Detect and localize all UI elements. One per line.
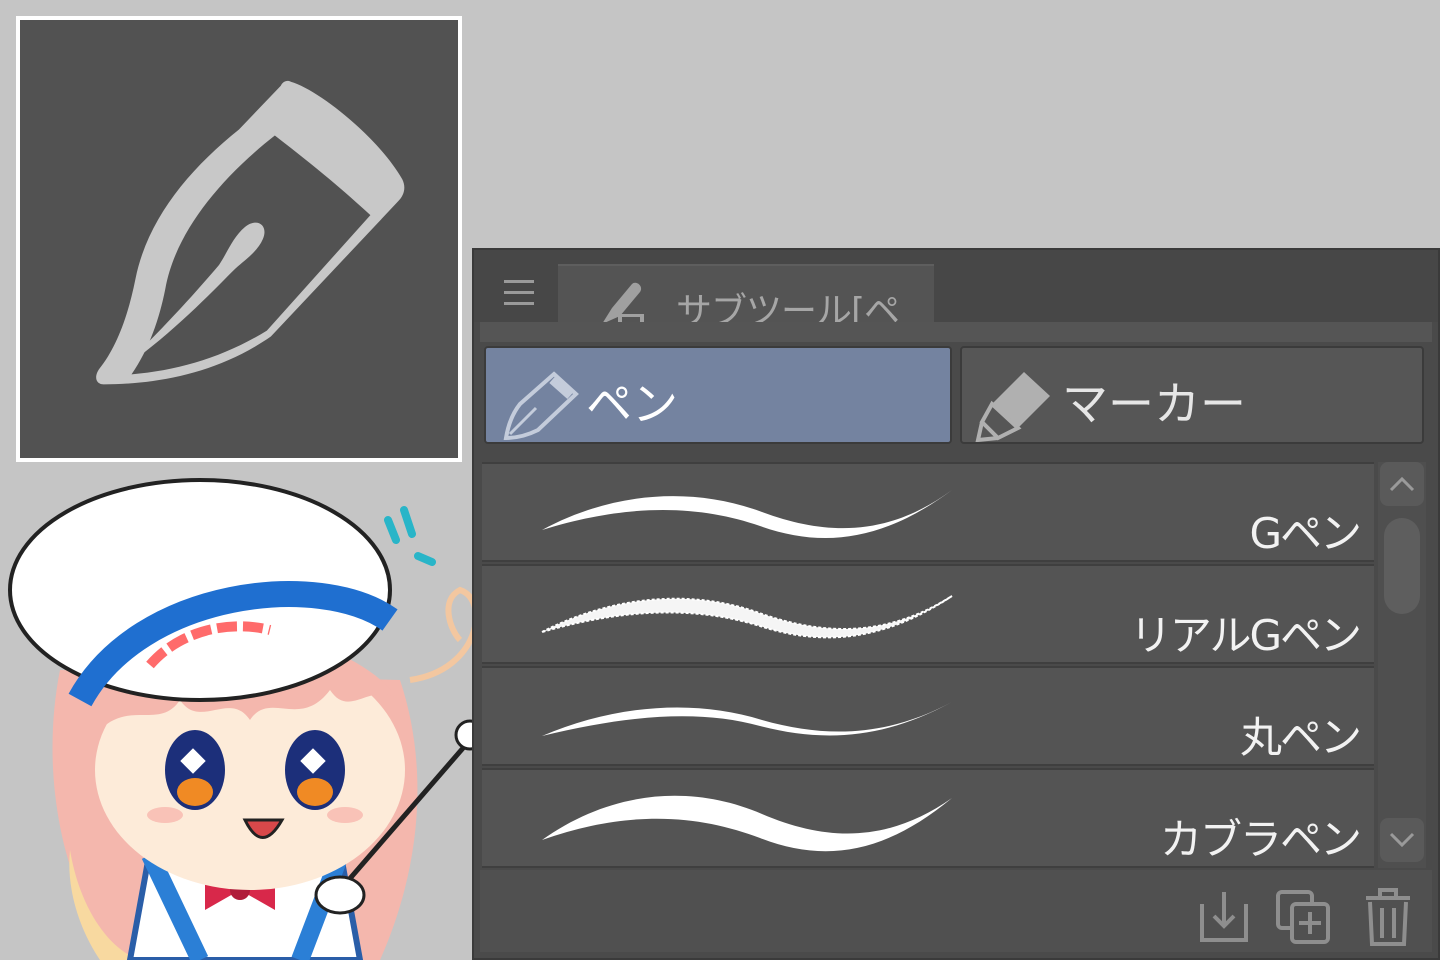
brush-item-real-g-pen[interactable]: リアルGペン [482,564,1374,664]
pen-nib-icon [96,80,405,385]
group-marker-button[interactable]: マーカー [960,346,1424,444]
brush-label: リアルGペン [1129,611,1362,660]
delete-button[interactable] [1358,884,1418,950]
brush-item-kabura-pen[interactable]: カブラペン [482,768,1374,868]
scroll-up-button[interactable] [1380,462,1424,506]
import-button[interactable] [1194,884,1254,950]
panel-bottom-bar [480,870,1432,952]
pen-nib-icon [503,371,579,441]
brush-stroke-preview [542,702,952,736]
brush-stroke-preview [542,490,952,539]
tab-underline [480,322,1432,342]
panel-tab-bar: サブツール[ペン] [474,250,1438,384]
chevron-down-icon [1389,832,1415,848]
hamburger-icon [504,276,534,309]
brush-label: カブラペン [1159,815,1362,864]
tab-sub-tool-pen[interactable]: サブツール[ペン] [558,264,934,384]
brush-stroke-preview [541,595,953,639]
sub-tool-groups: ペン マーカー [484,346,1424,452]
sub-tool-panel: サブツール[ペン] ペン マーカー Gペン [472,248,1440,960]
scroll-down-button[interactable] [1380,818,1424,862]
group-label-pen: ペン [586,377,678,431]
brush-item-maru-pen[interactable]: 丸ペン [482,666,1374,766]
panel-menu-button[interactable] [484,262,554,322]
chevron-up-icon [1389,476,1415,492]
scroll-thumb[interactable] [1384,518,1420,614]
brush-list-scrollbar[interactable] [1378,462,1426,868]
group-pen-button[interactable]: ペン [484,346,952,444]
pen-tool-icon-card [16,16,462,462]
brush-label: 丸ペン [1239,713,1362,762]
brush-list: Gペン リアルGペン 丸ペン カブラペン [482,462,1374,868]
brush-item-g-pen[interactable]: Gペン [482,462,1374,562]
mascot-character [0,470,490,960]
trash-icon [1366,888,1410,946]
brush-stroke-preview [542,795,952,852]
import-icon [1200,892,1248,942]
brush-label: Gペン [1249,509,1362,558]
marker-icon [975,372,1050,442]
duplicate-button[interactable] [1274,884,1334,950]
pen-tab-icon [602,282,644,326]
duplicate-icon [1276,890,1330,944]
group-label-marker: マーカー [1062,377,1246,431]
